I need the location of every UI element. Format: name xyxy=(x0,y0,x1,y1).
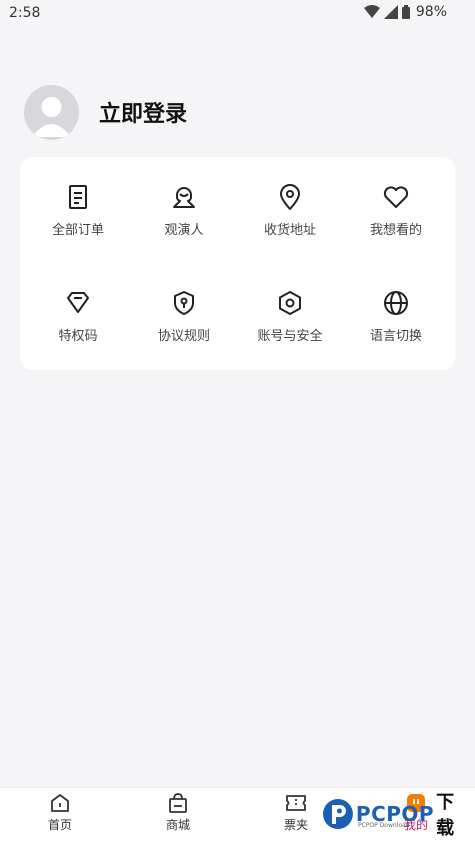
home-icon xyxy=(51,794,69,812)
cell-signal-icon xyxy=(383,5,398,19)
login-button[interactable]: 立即登录 xyxy=(99,96,187,128)
status-time: 2:58 xyxy=(9,5,41,21)
tab-label: 首页 xyxy=(47,818,72,832)
watermark-suffix: 下载 xyxy=(436,792,455,839)
function-menu-card: 全部订单 观演人 收货地址 我想看的 特权码 协议规则 账号与安全 语言切换 xyxy=(20,157,455,370)
audience-person-icon xyxy=(173,187,195,208)
menu-item-shipping-address[interactable]: 收货地址 xyxy=(236,183,344,263)
menu-item-label: 特权码 xyxy=(58,329,98,344)
menu-item-wishlist[interactable]: 我想看的 xyxy=(342,183,450,263)
watermark-sub: PCPOP Download xyxy=(358,822,410,829)
menu-item-label: 全部订单 xyxy=(51,223,104,238)
order-list-icon xyxy=(69,185,87,209)
default-avatar-icon xyxy=(32,96,71,137)
status-bar: 2:58 98% xyxy=(0,0,475,28)
menu-item-label: 语言切换 xyxy=(369,329,422,344)
ticket-icon xyxy=(286,795,306,811)
menu-item-language-switch[interactable]: 语言切换 xyxy=(342,289,450,369)
menu-item-label: 我想看的 xyxy=(369,223,422,238)
menu-item-label: 观演人 xyxy=(164,223,204,238)
diamond-icon xyxy=(67,292,89,313)
menu-item-account-security[interactable]: 账号与安全 xyxy=(236,289,344,369)
shield-icon xyxy=(174,291,194,315)
menu-item-privilege-code[interactable]: 特权码 xyxy=(24,289,132,369)
pcpop-watermark: PCPOP 下载 PCPOP Download xyxy=(322,792,472,839)
menu-item-label: 账号与安全 xyxy=(257,329,323,344)
tab-mall[interactable]: 商城 xyxy=(138,792,218,833)
pcpop-logo-icon xyxy=(322,799,353,829)
profile-header[interactable]: 立即登录 xyxy=(24,84,187,140)
wifi-icon xyxy=(363,5,380,18)
status-icons: 98% xyxy=(363,4,447,20)
menu-item-agreement-rules[interactable]: 协议规则 xyxy=(130,289,238,369)
menu-item-label: 协议规则 xyxy=(157,329,210,344)
globe-icon xyxy=(384,291,408,315)
avatar[interactable] xyxy=(24,84,79,140)
menu-item-all-orders[interactable]: 全部订单 xyxy=(24,183,132,263)
battery-percent: 98% xyxy=(415,4,447,20)
shopping-bag-icon xyxy=(169,793,187,813)
tab-home[interactable]: 首页 xyxy=(20,792,100,833)
heart-icon xyxy=(383,186,409,208)
menu-item-label: 收货地址 xyxy=(263,223,316,238)
battery-icon xyxy=(401,5,410,19)
tab-label: 商城 xyxy=(165,818,190,832)
menu-item-audience[interactable]: 观演人 xyxy=(130,183,238,263)
hexagon-security-icon xyxy=(279,291,301,315)
location-pin-icon xyxy=(280,184,300,210)
